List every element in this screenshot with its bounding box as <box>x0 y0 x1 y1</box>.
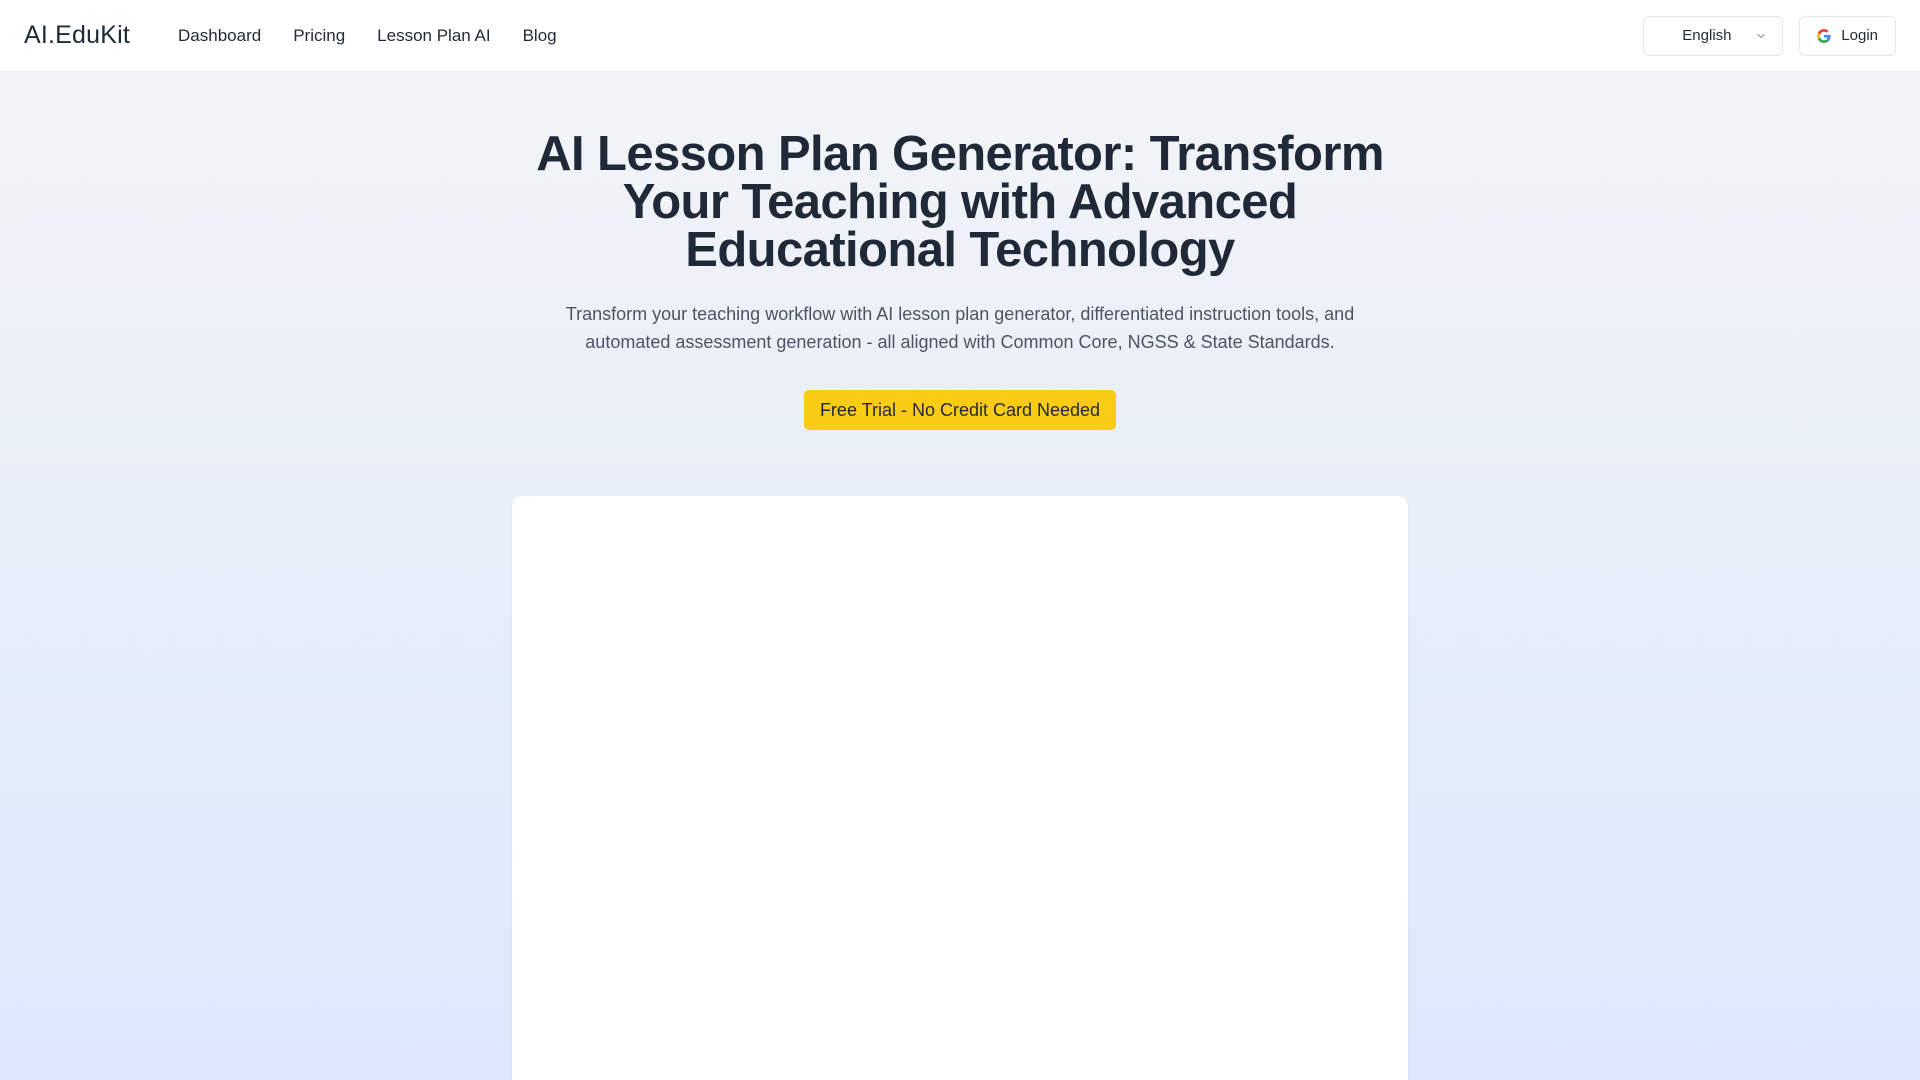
content-panel <box>512 496 1408 1080</box>
free-trial-button[interactable]: Free Trial - No Credit Card Needed <box>803 390 1117 430</box>
nav-link-lesson-plan-ai[interactable]: Lesson Plan AI <box>377 26 490 46</box>
header-actions: English Login <box>1643 15 1896 56</box>
nav-link-pricing[interactable]: Pricing <box>293 26 345 46</box>
site-logo[interactable]: AI.EduKit <box>24 21 130 50</box>
main-nav: Dashboard Pricing Lesson Plan AI Blog <box>178 26 557 46</box>
page-title: AI Lesson Plan Generator: Transform Your… <box>536 127 1384 277</box>
login-button[interactable]: Login <box>1799 15 1896 56</box>
language-select[interactable]: English <box>1643 15 1784 56</box>
language-select-value: English <box>1682 27 1732 44</box>
nav-link-blog[interactable]: Blog <box>523 26 557 46</box>
top-header: AI.EduKit Dashboard Pricing Lesson Plan … <box>0 0 1920 72</box>
nav-link-dashboard[interactable]: Dashboard <box>178 26 261 46</box>
google-icon <box>1817 28 1831 43</box>
hero-subtitle: Transform your teaching workflow with AI… <box>565 304 1355 352</box>
hero-section: AI Lesson Plan Generator: Transform Your… <box>0 130 1920 430</box>
chevron-down-icon <box>1757 33 1765 38</box>
login-label: Login <box>1841 27 1878 44</box>
